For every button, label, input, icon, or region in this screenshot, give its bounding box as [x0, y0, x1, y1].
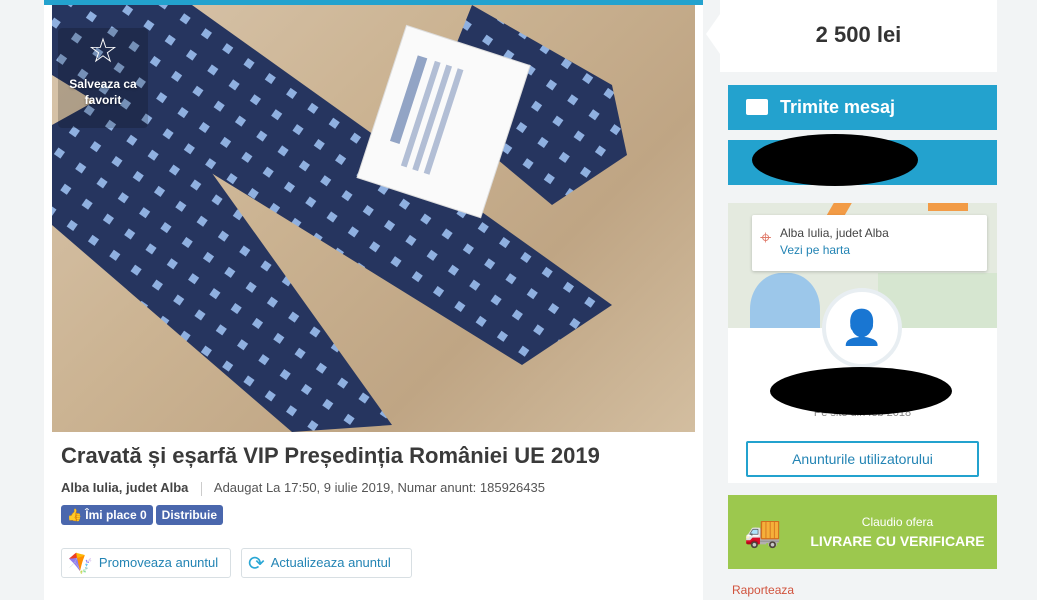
listing-title: Cravată și eșarfă VIP Președinția Români… [61, 443, 600, 468]
thumbs-up-icon: 👍 [67, 508, 82, 522]
favorite-label: Salveaza ca favorit [69, 77, 137, 107]
star-outline-icon: ☆ [87, 32, 119, 70]
location-city: Alba Iulia, judet Alba [780, 226, 889, 240]
facebook-like-button[interactable]: 👍 Îmi place 0 [61, 505, 153, 525]
listing-meta: Alba Iulia, judet Alba Adaugat La 17:50,… [61, 480, 545, 496]
map-pin-icon: ⌖ [760, 227, 772, 249]
listing-photo[interactable] [52, 5, 695, 432]
refresh-button[interactable]: ⟳ Actualizeaza anuntul [241, 548, 412, 578]
location-card: ⌖ Alba Iulia, judet Alba Vezi pe harta [752, 215, 987, 271]
redacted-username [770, 367, 952, 415]
promote-label: Promoveaza anuntul [98, 555, 219, 570]
send-message-button[interactable]: Trimite mesaj [728, 85, 997, 130]
seller-card: ⌖ Alba Iulia, judet Alba Vezi pe harta 👤… [728, 203, 997, 483]
refresh-label: Actualizeaza anuntul [270, 555, 391, 570]
delivery-title: LIVRARE CU VERIFICARE [810, 533, 985, 549]
listing-added-info: Adaugat La 17:50, 9 iulie 2019, Numar an… [213, 480, 545, 495]
favorite-button[interactable]: ☆ Salveaza ca favorit [58, 28, 148, 128]
send-message-label: Trimite mesaj [780, 97, 896, 117]
user-ads-button[interactable]: Anunturile utilizatorului [746, 441, 979, 477]
kite-icon: 🪁 [68, 552, 93, 575]
social-buttons: 👍 Îmi place 0 Distribuie [61, 505, 226, 525]
promote-button[interactable]: 🪁 Promoveaza anuntul [61, 548, 231, 578]
view-map-link[interactable]: Vezi pe harta [780, 243, 850, 257]
envelope-icon [746, 99, 768, 115]
report-link[interactable]: Raporteaza [732, 583, 794, 597]
avatar: 👤 [822, 288, 902, 368]
price: 2 500 lei [720, 0, 997, 72]
listing-location: Alba Iulia, judet Alba [61, 480, 189, 495]
facebook-share-button[interactable]: Distribuie [155, 505, 224, 525]
map-water [750, 273, 820, 328]
delivery-seller: Claudio ofera [861, 515, 934, 529]
divider [201, 481, 202, 496]
truck-check-icon: 🚚 [744, 516, 782, 549]
user-icon: 👤 [840, 309, 884, 347]
price-notch [706, 14, 720, 54]
redacted-phone [752, 134, 918, 186]
tie-image [52, 5, 627, 432]
refresh-icon: ⟳ [248, 552, 265, 575]
map-road [928, 203, 968, 211]
like-label: Îmi place 0 [85, 508, 147, 522]
delivery-banner[interactable]: 🚚 Claudio ofera LIVRARE CU VERIFICARE [728, 495, 997, 569]
